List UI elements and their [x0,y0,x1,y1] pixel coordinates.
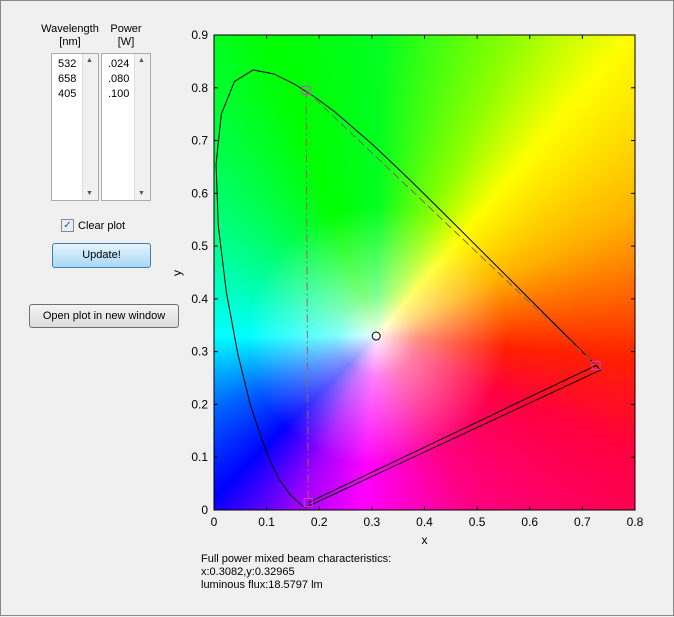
y-tick-label: 0.6 [191,186,208,200]
info-flux: luminous flux:18.5797 lm [201,579,323,591]
y-tick-label: 0.3 [191,345,208,359]
x-tick-label: 0.6 [521,515,538,529]
x-tick-label: 0.3 [364,515,381,529]
triangle-edge-532-658 [305,90,597,366]
x-tick-label: 0.7 [574,515,591,529]
info-coordinates: x:0.3082,y:0.32965 [201,566,295,578]
y-tick-label: 0.4 [191,292,208,306]
triangle-edge-532-405 [305,90,309,503]
x-tick-label: 0.8 [627,515,644,529]
y-tick-label: 0.2 [191,397,208,411]
x-axis-label: x [422,533,428,547]
y-tick-label: 0.8 [191,81,208,95]
y-tick-label: 0.1 [191,450,208,464]
y-tick-label: 0 [201,503,208,517]
info-title: Full power mixed beam characteristics: [201,553,392,565]
x-tick-label: 0.4 [416,515,433,529]
x-tick-label: 0.1 [258,515,275,529]
beam-info: Full power mixed beam characteristics: x… [201,553,391,592]
x-tick-label: 0 [211,515,218,529]
mixed-point-marker [371,331,381,341]
x-tick-label: 0.5 [469,515,486,529]
chromaticity-chart: 0 0.1 0.2 0.3 0.4 0.5 0.6 0.7 0.8 0 0.1 0.2 0.3 0.4 0.… [170,28,644,547]
y-axis-label: y [170,270,184,276]
y-tick-label: 0.9 [191,28,208,42]
y-tick-label: 0.7 [191,134,208,148]
spectral-locus [215,69,602,508]
triangle-edge-405-658 [307,364,597,504]
plot-frame [213,34,636,511]
y-tick-label: 0.5 [191,239,208,253]
x-tick-label: 0.2 [311,515,328,529]
